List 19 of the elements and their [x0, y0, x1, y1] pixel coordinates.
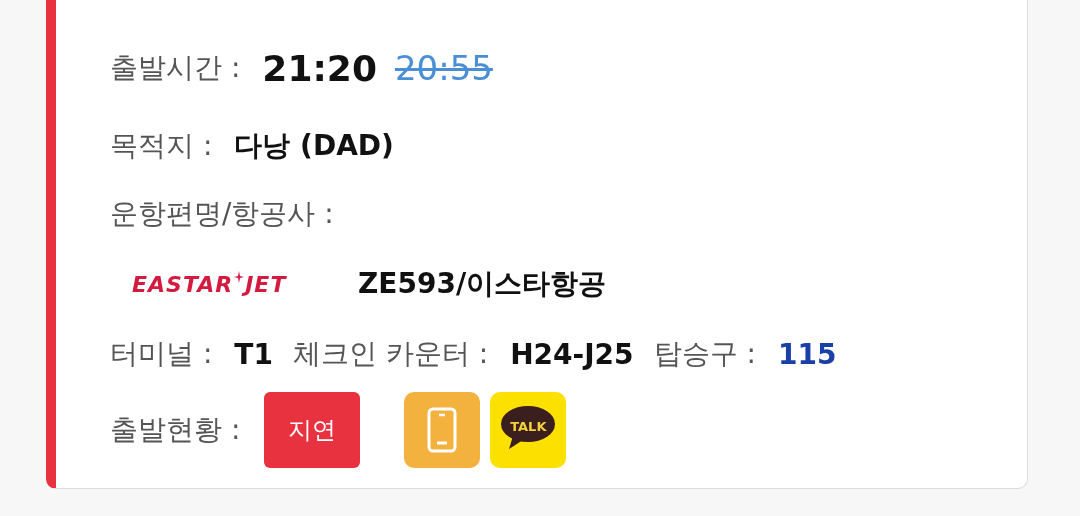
destination-label: 목적지 :: [110, 128, 213, 164]
info-label: 체크인 카운터 :: [292, 336, 489, 372]
scheduled-time: 20:55: [394, 48, 493, 88]
airline-logo: EASTAR JET: [132, 271, 288, 297]
status-badge: 지연: [264, 392, 361, 468]
info-value: 115: [777, 337, 837, 371]
info-label: 탑승구 :: [653, 336, 756, 372]
info-value: T1: [234, 337, 273, 371]
info-label: 터미널 :: [110, 336, 213, 372]
destination-value: 다낭 (DAD): [234, 128, 394, 164]
status-label: 출발현황 :: [110, 412, 241, 448]
flight-value: ZE593/이스타항공: [358, 266, 607, 302]
phone-icon: [427, 407, 458, 453]
departure-label: 출발시간 :: [110, 50, 241, 86]
flight-label: 운항편명/항공사 :: [110, 196, 334, 232]
kakaotalk-button[interactable]: TALK: [490, 392, 567, 468]
mobile-button[interactable]: [404, 392, 481, 468]
info-value: H24-J25: [510, 337, 634, 371]
departure-time: 21:20: [262, 47, 377, 89]
